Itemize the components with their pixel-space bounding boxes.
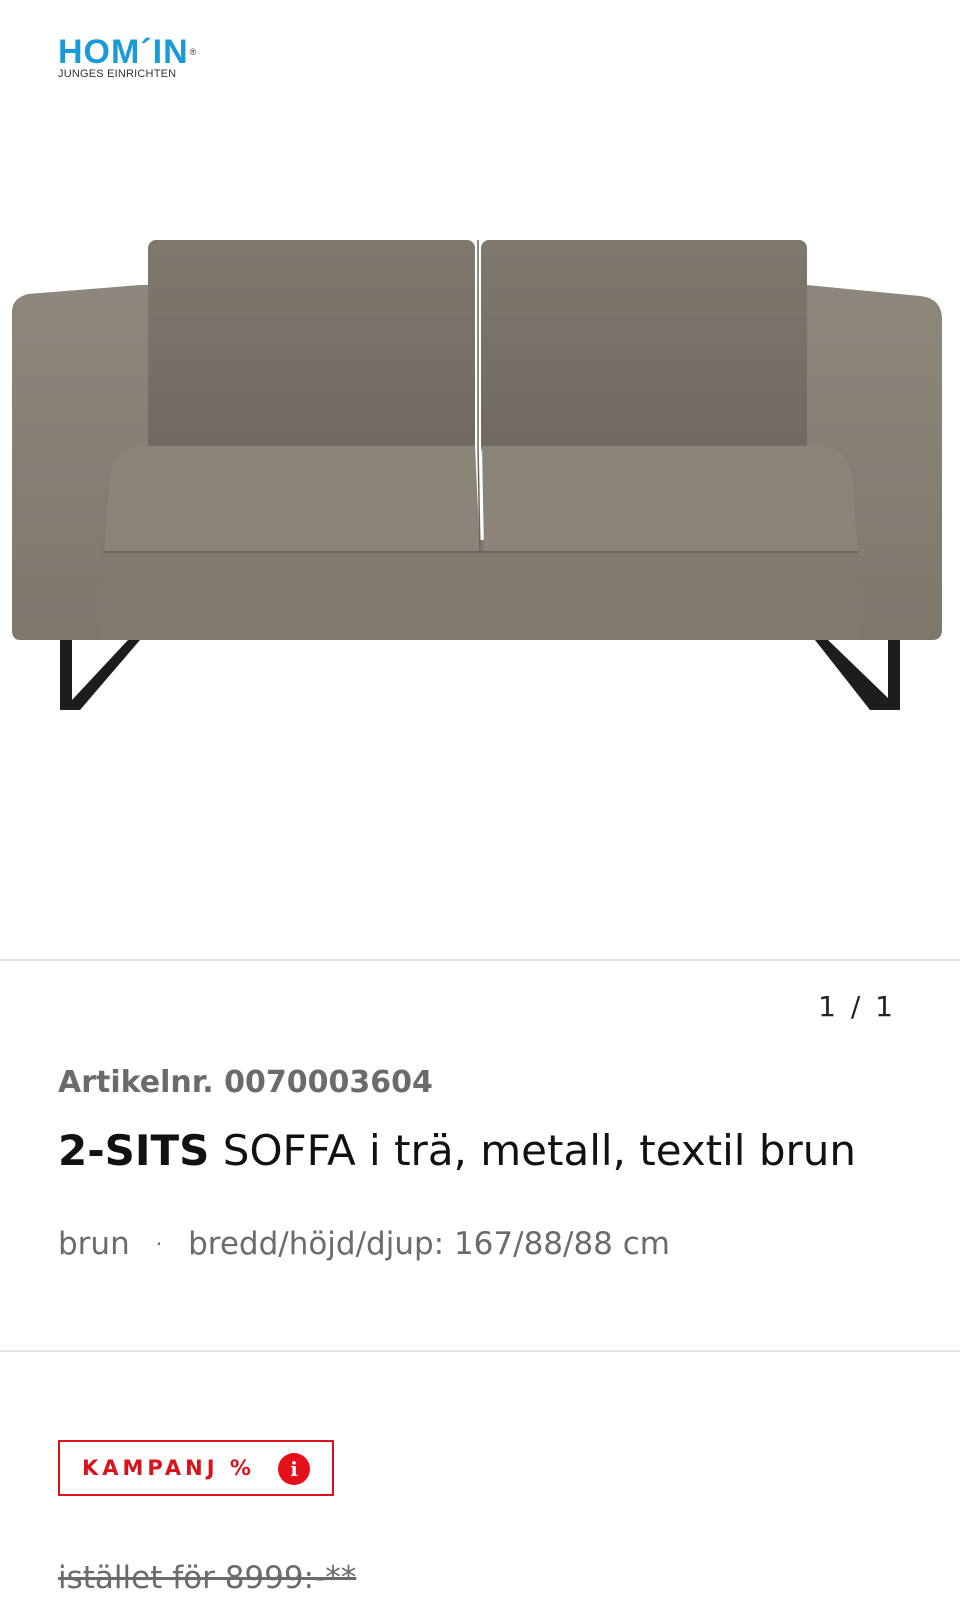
seat-cushion-left <box>104 446 480 552</box>
campaign-badge[interactable]: KAMPANJ % i <box>58 1440 334 1496</box>
registered-mark: ® <box>189 47 198 57</box>
product-title: 2-SITS SOFFA i trä, metall, textil brun <box>58 1126 856 1175</box>
spec-separator: · <box>155 1232 163 1256</box>
product-dimensions: bredd/höjd/djup: 167/88/88 cm <box>188 1226 671 1262</box>
article-value: 0070003604 <box>224 1065 433 1100</box>
product-title-bold: 2-SITS <box>58 1126 210 1175</box>
logo-tagline: JUNGES EINRICHTEN <box>58 68 177 80</box>
product-color: brun <box>58 1226 130 1262</box>
divider <box>0 1350 960 1352</box>
left-leg <box>60 640 140 710</box>
logo-wordmark: HOM´IN® <box>58 33 218 71</box>
sofa-image[interactable] <box>0 240 960 730</box>
divider <box>0 959 960 961</box>
article-number: Artikelnr. 0070003604 <box>58 1065 433 1100</box>
info-icon[interactable]: i <box>278 1453 310 1485</box>
campaign-badge-label: KAMPANJ % <box>82 1456 255 1480</box>
product-specs: brun · bredd/höjd/djup: 167/88/88 cm <box>58 1226 670 1262</box>
back-cushion-right <box>481 240 807 455</box>
product-title-rest: SOFFA i trä, metall, textil brun <box>222 1126 856 1175</box>
brand-logo[interactable]: HOM´IN® JUNGES EINRICHTEN <box>58 33 218 80</box>
logo-text: HOM´IN <box>58 33 189 71</box>
product-gallery[interactable]: 1 / 1 <box>0 110 960 1023</box>
right-leg <box>815 640 900 710</box>
seat-cushion-right <box>482 446 858 552</box>
old-price: istället för 8999:-** <box>58 1560 357 1596</box>
back-cushion-left <box>148 240 475 455</box>
article-label: Artikelnr. <box>58 1065 214 1100</box>
image-counter: 1 / 1 <box>818 990 896 1023</box>
sofa-base <box>100 540 860 640</box>
